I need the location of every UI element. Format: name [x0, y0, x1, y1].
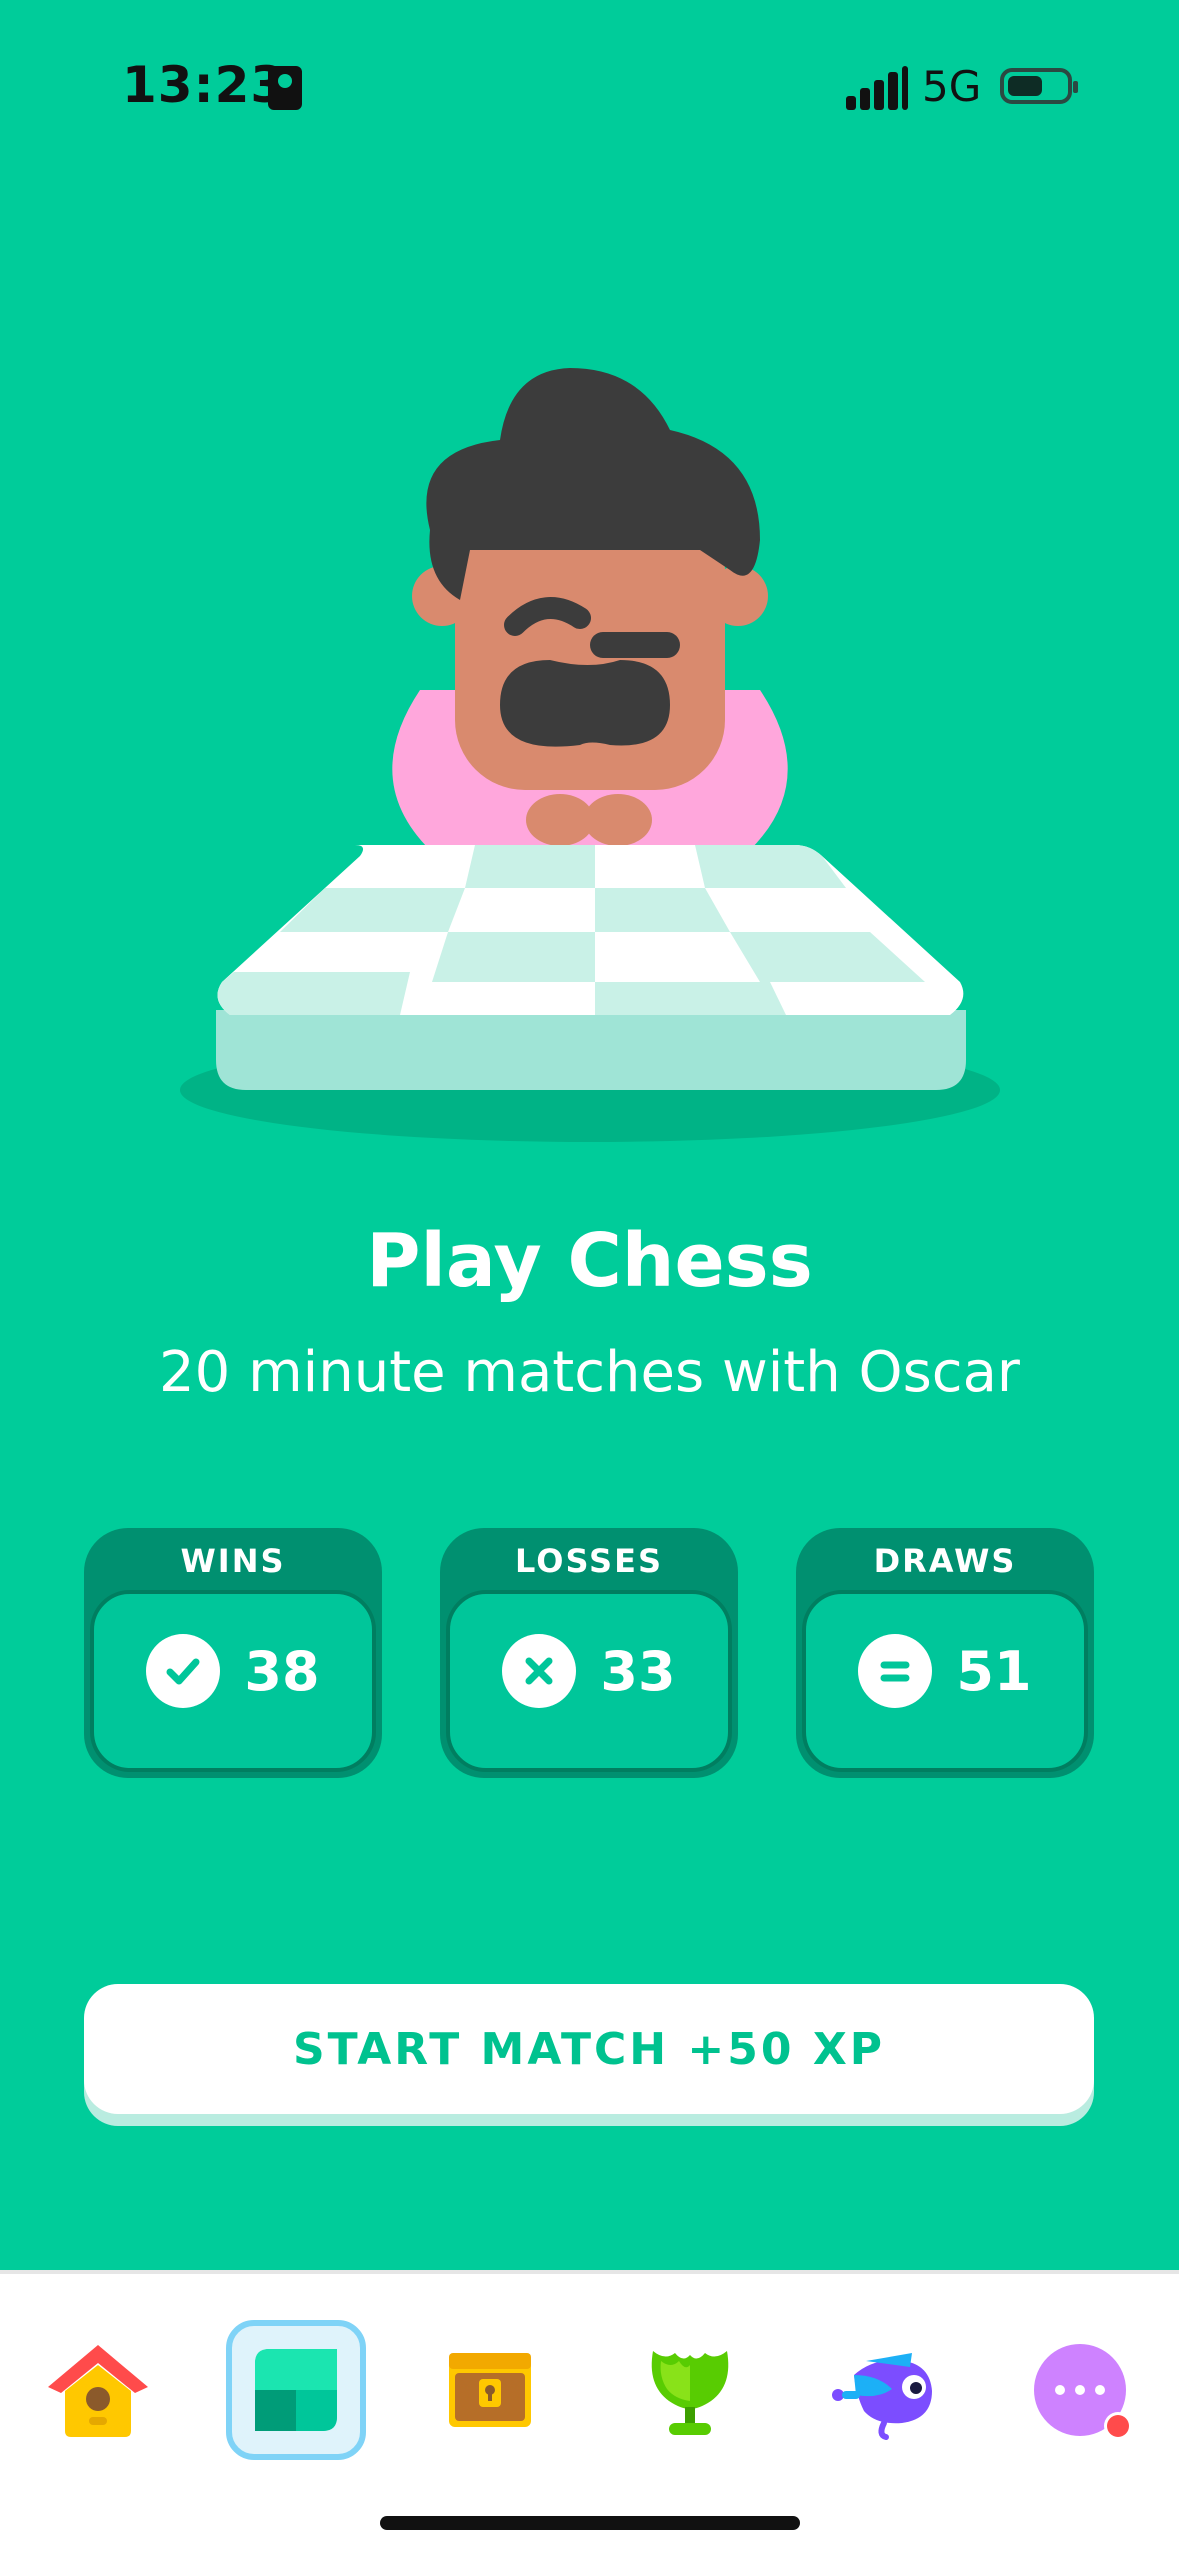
contact-card-icon — [268, 66, 302, 110]
more-icon — [1034, 2344, 1132, 2440]
home-indicator — [380, 2516, 800, 2530]
draws-card: DRAWS 51 — [796, 1528, 1094, 1778]
losses-label: LOSSES — [514, 1542, 663, 1580]
check-icon — [146, 1634, 221, 1708]
x-icon — [502, 1634, 577, 1708]
wins-panel: 38 — [90, 1590, 376, 1772]
tab-chess[interactable] — [226, 2320, 366, 2460]
oscar-chess-illustration — [180, 368, 1000, 1142]
status-time: 13:23 — [122, 56, 287, 114]
wins-label: WINS — [180, 1542, 286, 1580]
signal-icon — [846, 66, 908, 110]
treasure-chest-icon — [449, 2353, 531, 2427]
draws-label: DRAWS — [873, 1542, 1017, 1580]
losses-card: LOSSES 33 — [440, 1528, 738, 1778]
tab-more[interactable] — [1010, 2320, 1150, 2460]
tab-chest[interactable] — [420, 2320, 560, 2460]
tab-home[interactable] — [28, 2320, 168, 2460]
losses-panel: 33 — [446, 1590, 732, 1772]
battery-icon — [1000, 68, 1078, 104]
network-label: 5G — [922, 62, 982, 111]
trophy-icon — [651, 2351, 729, 2435]
draws-panel: 51 — [802, 1590, 1088, 1772]
chessboard-icon — [255, 2349, 337, 2431]
wins-card: WINS 38 — [84, 1528, 382, 1778]
losses-value: 33 — [600, 1639, 676, 1703]
equals-icon — [858, 1634, 933, 1708]
notification-dot — [1107, 2415, 1129, 2437]
page-title: Play Chess — [366, 1218, 813, 1304]
birdhouse-icon — [48, 2345, 148, 2437]
page-subtitle: 20 minute matches with Oscar — [159, 1340, 1020, 1405]
status-bar: 13:23 5G — [0, 0, 1179, 180]
start-match-button[interactable]: START MATCH +50 XP — [84, 1984, 1094, 2114]
bird-icon — [832, 2353, 932, 2440]
tab-league[interactable] — [620, 2320, 760, 2460]
wins-value: 38 — [244, 1639, 320, 1703]
tab-bird[interactable] — [816, 2320, 956, 2460]
draws-value: 51 — [956, 1639, 1032, 1703]
